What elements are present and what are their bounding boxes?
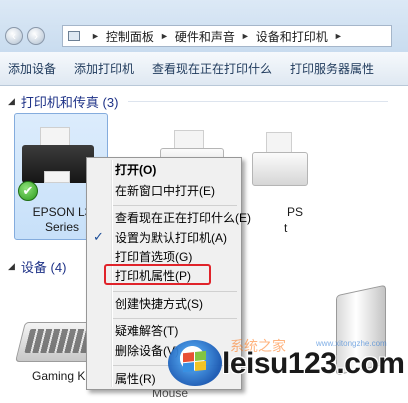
menu-item-open[interactable]: 打开(O)	[115, 160, 156, 180]
breadcrumb-arrow-icon: ►	[91, 31, 100, 41]
window-titlebar: ‹ › ► 控制面板 ► 硬件和声音 ► 设备和打印机 ►	[0, 0, 408, 52]
printer-properties-highlight	[104, 264, 211, 285]
forward-button[interactable]: ›	[27, 27, 45, 45]
control-panel-icon	[68, 31, 80, 41]
printer-icon	[252, 132, 308, 188]
command-toolbar: 添加设备 添加打印机 查看现在正在打印什么 打印服务器属性	[0, 52, 408, 86]
menu-item-troubleshoot[interactable]: 疑难解答(T)	[115, 321, 178, 341]
watermark-text: leisu123.com	[222, 347, 405, 380]
checkmark-icon: ✓	[93, 229, 104, 244]
breadcrumb-control-panel[interactable]: 控制面板	[106, 28, 154, 45]
menu-separator	[113, 318, 237, 319]
breadcrumb-hardware-sound[interactable]: 硬件和声音	[175, 28, 235, 45]
group-header-printers[interactable]: ◢ 打印机和传真 (3)	[8, 92, 388, 111]
group-header-devices[interactable]: ◢ 设备 (4)	[8, 257, 66, 276]
breadcrumb-arrow-icon: ►	[240, 31, 250, 41]
menu-separator	[113, 205, 237, 206]
group-title-printers: 打印机和传真 (3)	[20, 95, 119, 110]
back-button[interactable]: ‹	[5, 27, 23, 45]
breadcrumb-arrow-icon: ►	[333, 31, 343, 41]
device-label-partial: PS	[287, 205, 304, 219]
default-printer-check-icon: ✔	[18, 181, 38, 201]
collapse-triangle-icon: ◢	[8, 261, 15, 271]
group-divider	[128, 101, 388, 102]
add-printer-button[interactable]: 添加打印机	[65, 60, 143, 77]
collapse-triangle-icon: ◢	[8, 96, 15, 106]
add-device-button[interactable]: 添加设备	[0, 60, 65, 77]
address-bar[interactable]: ► 控制面板 ► 硬件和声音 ► 设备和打印机 ►	[62, 25, 392, 47]
printer-icon	[22, 127, 94, 185]
menu-separator	[113, 291, 237, 292]
menu-item-create-shortcut[interactable]: 创建快捷方式(S)	[115, 294, 203, 314]
menu-item-properties[interactable]: 属性(R)	[115, 369, 156, 389]
windows-logo-icon	[168, 340, 222, 386]
print-server-properties-button[interactable]: 打印服务器属性	[281, 60, 383, 77]
breadcrumb-devices-printers[interactable]: 设备和打印机	[256, 28, 328, 45]
menu-item-open-new-window[interactable]: 在新窗口中打开(E)	[115, 181, 215, 201]
breadcrumb-arrow-icon: ►	[159, 31, 169, 41]
see-whats-printing-button[interactable]: 查看现在正在打印什么	[143, 60, 281, 77]
device-label-partial: t	[284, 221, 288, 235]
menu-item-set-default[interactable]: 设置为默认打印机(A)	[115, 228, 227, 248]
device-label-keyboard[interactable]: Gaming K	[32, 369, 85, 384]
menu-item-see-whats-printing[interactable]: 查看现在正在打印什么(E)	[115, 208, 251, 228]
group-title-devices: 设备 (4)	[20, 260, 67, 275]
